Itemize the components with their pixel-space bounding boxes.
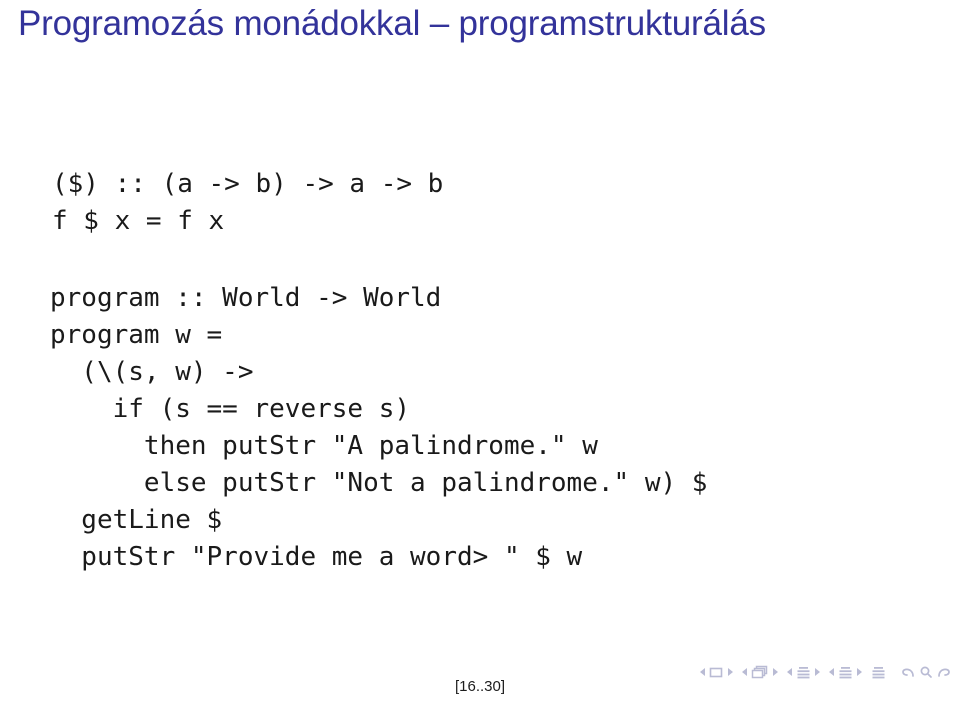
section-lines-icon[interactable] <box>838 665 853 680</box>
beamer-navigation-bar[interactable] <box>700 660 952 684</box>
previous-slide-icon[interactable] <box>700 668 705 676</box>
back-arrow-icon[interactable] <box>900 665 917 680</box>
code-block-dollar-operator: ($) :: (a -> b) -> a -> bf $ x = f x <box>52 166 443 240</box>
nav-group-history[interactable] <box>900 665 952 680</box>
nav-group-section[interactable] <box>829 665 862 680</box>
slide-content: ($) :: (a -> b) -> a -> bf $ x = f x pro… <box>0 0 960 705</box>
single-frame-icon[interactable] <box>709 666 724 679</box>
previous-subsection-icon[interactable] <box>787 668 792 676</box>
code-line: f $ x = f x <box>52 206 225 236</box>
code-line: getLine $ <box>50 505 223 535</box>
next-slide-icon[interactable] <box>728 668 733 676</box>
previous-frame-icon[interactable] <box>742 668 747 676</box>
nav-group-slide[interactable] <box>700 666 733 679</box>
code-line: if (s == reverse s) <box>50 394 411 424</box>
stacked-frames-icon[interactable] <box>751 665 769 680</box>
next-subsection-icon[interactable] <box>815 668 820 676</box>
next-section-icon[interactable] <box>857 668 862 676</box>
next-frame-icon[interactable] <box>773 668 778 676</box>
subsection-lines-icon[interactable] <box>796 665 811 680</box>
nav-group-subsection[interactable] <box>787 665 820 680</box>
forward-arrow-icon[interactable] <box>935 665 952 680</box>
code-line: program w = <box>50 320 223 350</box>
nav-group-frame[interactable] <box>742 665 778 680</box>
code-line: ($) :: (a -> b) -> a -> b <box>52 169 444 199</box>
code-line: else putStr "Not a palindrome." w) $ <box>50 468 708 498</box>
code-line: program :: World -> World <box>50 283 442 313</box>
code-line: then putStr "A palindrome." w <box>50 431 598 461</box>
document-lines-icon[interactable] <box>871 665 886 680</box>
code-line: putStr "Provide me a word> " $ w <box>50 542 583 572</box>
search-icon[interactable] <box>919 665 933 680</box>
code-line: (\(s, w) -> <box>50 357 254 387</box>
previous-section-icon[interactable] <box>829 668 834 676</box>
code-block-program-definition: program :: World -> Worldprogram w = (\(… <box>50 280 707 576</box>
